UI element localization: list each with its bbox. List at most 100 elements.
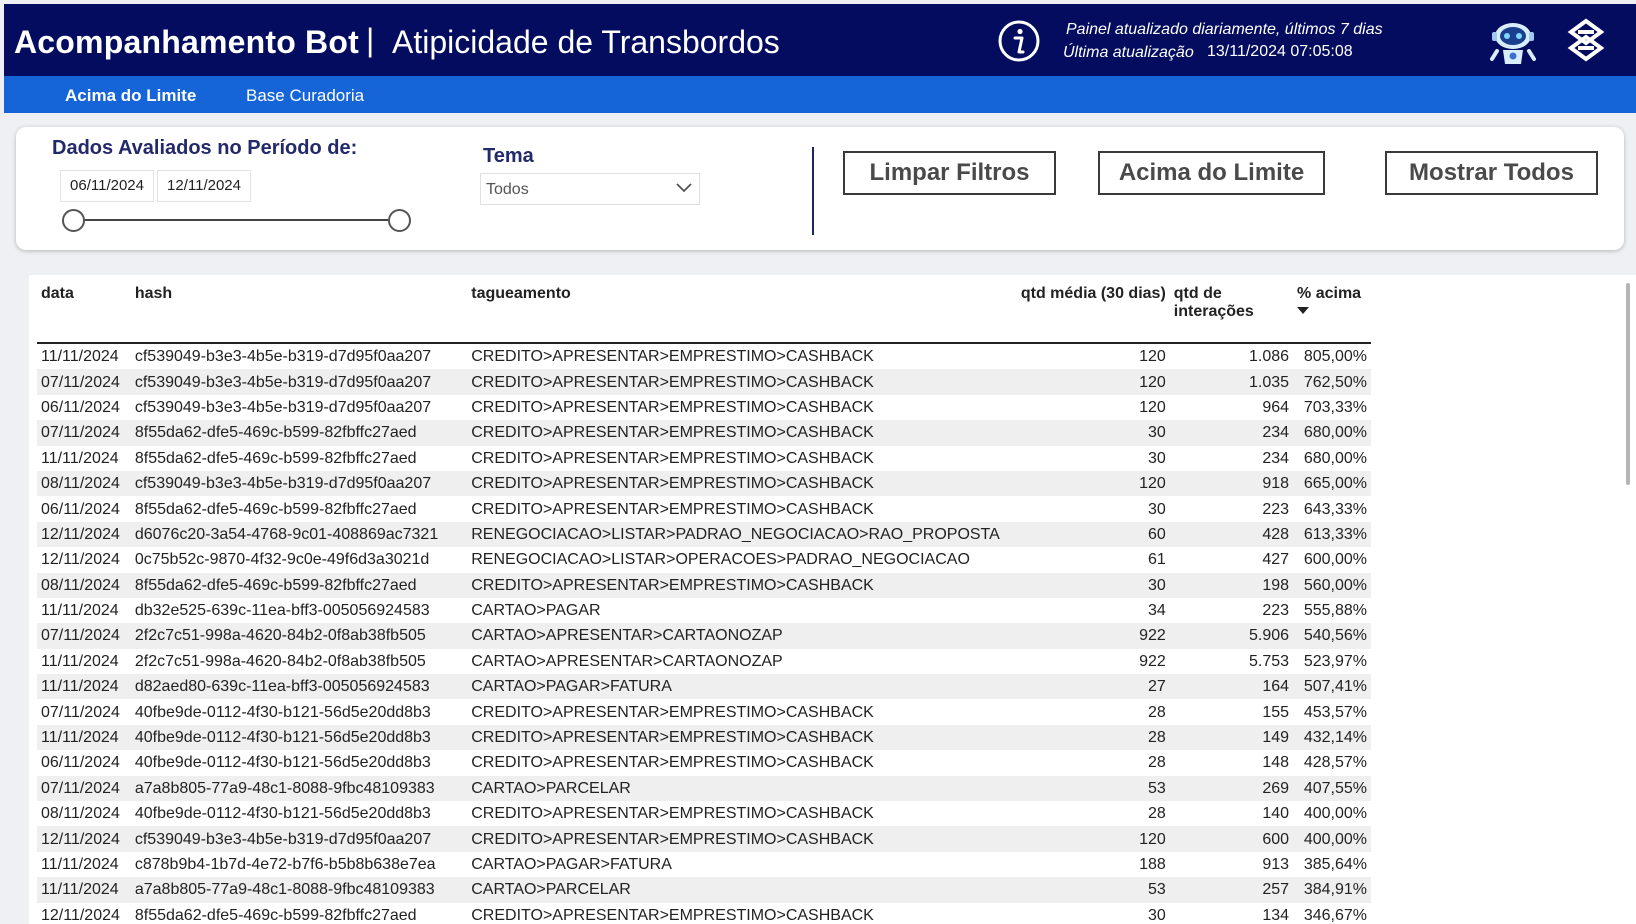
cell-tagueamento: CREDITO>APRESENTAR>EMPRESTIMO>CASHBACK — [471, 906, 874, 924]
cell-qtd-interacoes: 223 — [1262, 602, 1290, 620]
cell-hash: 40fbe9de-0112-4f30-b121-56d5e20dd8b3 — [134, 703, 431, 721]
col-header-qtd-interacoes[interactable]: qtd de interações — [1169, 275, 1294, 344]
cell-qtd-media: 120 — [1139, 348, 1166, 366]
table-row[interactable]: 07/11/2024 a7a8b805-77a9-48c1-8088-9fbc48… — [37, 775, 1371, 802]
cell-qtd-interacoes: 148 — [1262, 754, 1290, 772]
cell-qtd-interacoes: 140 — [1262, 805, 1290, 823]
table-row[interactable]: 06/11/2024 8f55da62-dfe5-469c-b599-82fbff… — [37, 496, 1371, 521]
tab-base-curadoria[interactable]: Base Curadoria — [246, 86, 364, 106]
cell-hash: cf539049-b3e3-4b5e-b319-d7d95f0aa207 — [134, 348, 432, 366]
cell-hash: d6076c20-3a54-4768-9c01-408869ac7321 — [130, 521, 468, 548]
date-end-input[interactable]: 12/11/2024 — [157, 170, 251, 202]
col-header-percent-acima[interactable]: % acima — [1293, 275, 1371, 344]
cell-hash: 2f2c7c51-998a-4620-84b2-0f8ab38fb505 — [134, 652, 426, 670]
cell-tagueamento: CARTAO>APRESENTAR>CARTAONOZAP — [471, 652, 783, 670]
table-row[interactable]: 06/11/2024 cf539049-b3e3-4b5e-b319-d7d95f… — [37, 395, 1371, 420]
table-row[interactable]: 12/11/2024 0c75b52c-9870-4f32-9c0e-49f6d3… — [37, 547, 1371, 572]
tema-selected-value: Todos — [486, 181, 529, 198]
cell-tagueamento: CREDITO>APRESENTAR>EMPRESTIMO>CASHBACK — [471, 398, 874, 416]
show-all-button[interactable]: Mostrar Todos — [1385, 151, 1598, 195]
cell-qtd-interacoes: 600 — [1169, 826, 1294, 852]
last-update-value: 13/11/2024 07:05:08 — [1207, 43, 1353, 60]
cell-data: 06/11/2024 — [41, 500, 120, 518]
table-row[interactable]: 08/11/2024 cf539049-b3e3-4b5e-b319-d7d95f… — [37, 470, 1371, 497]
table-row[interactable]: 07/11/2024 8f55da62-dfe5-469c-b599-82fbff… — [37, 420, 1371, 446]
filter-panel: Dados Avaliados no Período de: 06/11/202… — [16, 127, 1624, 250]
col-header-hash[interactable]: hash — [130, 275, 468, 344]
cell-percent-acima: 507,41% — [1293, 674, 1371, 700]
cell-tagueamento: CREDITO>APRESENTAR>EMPRESTIMO>CASHBACK — [467, 724, 1004, 751]
cell-data: 07/11/2024 — [37, 623, 131, 649]
cell-data: 11/11/2024 — [37, 674, 131, 700]
cell-percent-acima: 703,33% — [1303, 398, 1367, 416]
cell-qtd-interacoes: 427 — [1262, 551, 1290, 569]
cell-percent-acima: 555,88% — [1303, 602, 1367, 620]
tab-acima-do-limite[interactable]: Acima do Limite — [65, 86, 196, 106]
update-note: Painel atualizado diariamente, últimos 7… — [1066, 21, 1383, 38]
col-header-tagueamento[interactable]: tagueamento — [467, 275, 1004, 344]
cell-percent-acima: 384,91% — [1293, 877, 1371, 903]
table-row[interactable]: 11/11/2024 2f2c7c51-998a-4620-84b2-0f8ab3… — [37, 649, 1371, 674]
cell-percent-acima: 540,56% — [1293, 623, 1371, 649]
cell-qtd-interacoes: 913 — [1262, 856, 1290, 873]
cell-tagueamento: CARTAO>PAGAR>FATURA — [467, 674, 1004, 700]
cell-tagueamento: RENEGOCIACAO>LISTAR>PADRAO_NEGOCIACAO>RA… — [467, 521, 1004, 548]
cell-tagueamento: CREDITO>APRESENTAR>EMPRESTIMO>CASHBACK — [467, 572, 1004, 598]
cell-qtd-interacoes: 234 — [1169, 420, 1294, 446]
table-row[interactable]: 08/11/2024 40fbe9de-0112-4f30-b121-56d5e2… — [37, 801, 1371, 826]
slider-end-handle[interactable] — [388, 209, 411, 232]
table-row[interactable]: 12/11/2024 cf539049-b3e3-4b5e-b319-d7d95f… — [37, 826, 1371, 852]
table-row[interactable]: 07/11/2024 cf539049-b3e3-4b5e-b319-d7d95f… — [37, 369, 1371, 395]
cell-data: 11/11/2024 — [37, 724, 131, 751]
table-row[interactable]: 08/11/2024 8f55da62-dfe5-469c-b599-82fbff… — [37, 572, 1371, 598]
table-row[interactable]: 11/11/2024 8f55da62-dfe5-469c-b599-82fbff… — [37, 446, 1371, 471]
table-row[interactable]: 12/11/2024 8f55da62-dfe5-469c-b599-82fbff… — [37, 903, 1371, 924]
app-title: Acompanhamento Bot — [14, 24, 359, 60]
slider-start-handle[interactable] — [62, 209, 85, 232]
table-row[interactable]: 11/11/2024 a7a8b805-77a9-48c1-8088-9fbc48… — [37, 877, 1371, 903]
vertical-scrollbar[interactable] — [1626, 283, 1630, 485]
table-row[interactable]: 07/11/2024 40fbe9de-0112-4f30-b121-56d5e2… — [37, 699, 1371, 724]
cell-data: 08/11/2024 — [37, 470, 131, 497]
cell-percent-acima: 432,14% — [1293, 724, 1371, 751]
table-row[interactable]: 11/11/2024 db32e525-639c-11ea-bff3-005056… — [37, 598, 1371, 623]
info-icon[interactable] — [997, 19, 1041, 63]
cell-percent-acima: 560,00% — [1293, 572, 1371, 598]
table-row[interactable]: 12/11/2024 d6076c20-3a54-4768-9c01-408869… — [37, 521, 1371, 548]
table-row[interactable]: 06/11/2024 40fbe9de-0112-4f30-b121-56d5e2… — [37, 750, 1371, 775]
above-limit-button[interactable]: Acima do Limite — [1098, 151, 1325, 195]
table-row[interactable]: 11/11/2024 c878b9b4-1b7d-4e72-b7f6-b5b8b6… — [37, 852, 1371, 877]
cell-percent-acima: 453,57% — [1303, 703, 1367, 721]
cell-hash: a7a8b805-77a9-48c1-8088-9fbc48109383 — [130, 775, 468, 802]
cell-data: 12/11/2024 — [37, 826, 131, 852]
table-row[interactable]: 07/11/2024 2f2c7c51-998a-4620-84b2-0f8ab3… — [37, 623, 1371, 649]
col-header-qtd-media[interactable]: qtd média (30 dias) — [1003, 275, 1170, 344]
clear-filters-button[interactable]: Limpar Filtros — [843, 151, 1056, 195]
table-row[interactable]: 11/11/2024 cf539049-b3e3-4b5e-b319-d7d95f… — [37, 343, 1371, 369]
cell-qtd-interacoes: 918 — [1169, 470, 1294, 497]
cell-percent-acima: 643,33% — [1303, 500, 1367, 518]
chevron-down-icon — [676, 183, 692, 193]
cell-tagueamento: CREDITO>APRESENTAR>EMPRESTIMO>CASHBACK — [471, 805, 874, 823]
cell-qtd-interacoes: 223 — [1262, 500, 1290, 518]
cell-qtd-media: 28 — [1147, 703, 1166, 721]
col-header-data[interactable]: data — [37, 275, 131, 344]
tema-label: Tema — [483, 145, 534, 167]
cell-hash: 40fbe9de-0112-4f30-b121-56d5e20dd8b3 — [134, 805, 431, 823]
tab-bar: Acima do Limite Base Curadoria — [4, 76, 1636, 113]
cell-percent-acima: 680,00% — [1303, 449, 1367, 467]
cell-data: 07/11/2024 — [37, 775, 131, 802]
table-row[interactable]: 11/11/2024 d82aed80-639c-11ea-bff3-005056… — [37, 674, 1371, 700]
cell-data: 11/11/2024 — [37, 877, 131, 903]
cell-qtd-interacoes: 5.906 — [1169, 623, 1294, 649]
date-start-input[interactable]: 06/11/2024 — [60, 170, 154, 202]
bank-logo-icon — [1567, 18, 1605, 62]
cell-tagueamento: CREDITO>APRESENTAR>EMPRESTIMO>CASHBACK — [467, 420, 1004, 446]
table-row[interactable]: 11/11/2024 40fbe9de-0112-4f30-b121-56d5e2… — [37, 724, 1371, 751]
cell-hash: cf539049-b3e3-4b5e-b319-d7d95f0aa207 — [134, 398, 432, 416]
tema-dropdown[interactable]: Todos — [480, 173, 700, 205]
cell-qtd-media: 30 — [1003, 572, 1170, 598]
date-range-slider[interactable] — [74, 219, 400, 221]
cell-data: 12/11/2024 — [41, 906, 120, 924]
cell-tagueamento: CREDITO>APRESENTAR>EMPRESTIMO>CASHBACK — [467, 826, 1004, 852]
